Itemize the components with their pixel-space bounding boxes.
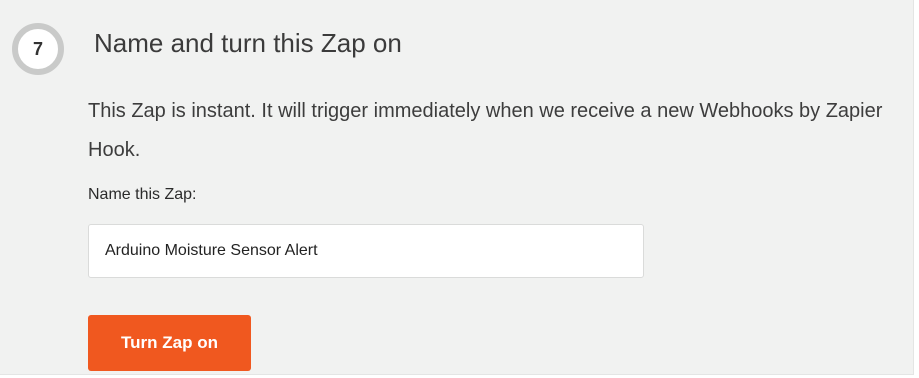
zap-step-panel: 7 Name and turn this Zap on This Zap is … bbox=[0, 0, 914, 375]
step-number: 7 bbox=[32, 38, 43, 59]
zap-name-input[interactable] bbox=[88, 224, 644, 278]
step-number-badge: 7 bbox=[12, 23, 64, 75]
step-description: This Zap is instant. It will trigger imm… bbox=[88, 100, 883, 161]
zap-name-label: Name this Zap: bbox=[88, 186, 197, 203]
turn-zap-on-button[interactable]: Turn Zap on bbox=[88, 315, 251, 371]
step-title: Name and turn this Zap on bbox=[94, 28, 402, 58]
